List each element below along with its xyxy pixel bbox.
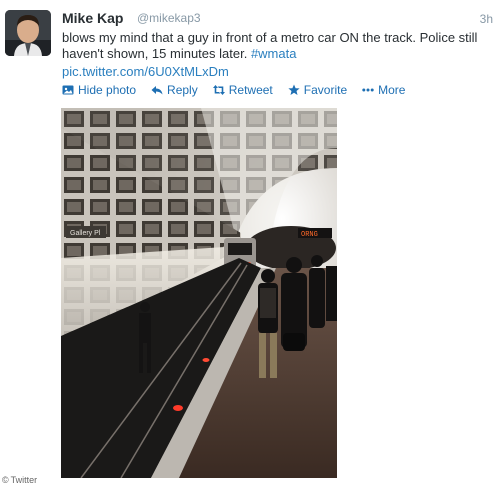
- tweet: Mike Kap @mikekap3 3h blows my mind that…: [0, 0, 500, 487]
- watermark-text: Twitter: [10, 475, 38, 485]
- avatar[interactable]: [5, 10, 51, 56]
- tweet-actions: Hide photo Reply Retweet Favorite More: [62, 83, 405, 97]
- hide-photo-button[interactable]: Hide photo: [62, 83, 136, 97]
- train-sign: ORNG: [301, 231, 318, 239]
- photo-link[interactable]: pic.twitter.com/6U0XtMLxDm: [62, 64, 229, 79]
- favorite-label: Favorite: [303, 83, 348, 97]
- more-dots-icon: [362, 88, 374, 92]
- star-icon: [288, 84, 300, 95]
- author-handle[interactable]: @mikekap3: [137, 11, 201, 25]
- timestamp[interactable]: 3h: [480, 12, 493, 26]
- author-name[interactable]: Mike Kap: [62, 10, 123, 26]
- reply-icon: [151, 86, 163, 95]
- avatar-photo: [5, 10, 51, 56]
- retweet-label: Retweet: [228, 83, 273, 97]
- favorite-button[interactable]: Favorite: [288, 83, 347, 97]
- metro-station-photo: Gallery Pl ORNG: [61, 108, 337, 478]
- more-button[interactable]: More: [362, 83, 405, 97]
- reply-label: Reply: [167, 83, 198, 97]
- retweet-button[interactable]: Retweet: [212, 83, 273, 97]
- photo-icon: [62, 85, 74, 95]
- twitter-watermark: © Twitter: [2, 475, 37, 485]
- hashtag-link[interactable]: #wmata: [251, 46, 297, 61]
- more-label: More: [378, 83, 406, 97]
- tweet-text: blows my mind that a guy in front of a m…: [62, 30, 490, 62]
- station-sign: Gallery Pl: [70, 230, 101, 237]
- reply-button[interactable]: Reply: [151, 83, 198, 97]
- retweet-icon: [212, 85, 225, 95]
- copyright-symbol: ©: [2, 475, 9, 485]
- tweet-photo[interactable]: Gallery Pl ORNG: [61, 108, 337, 478]
- hide-photo-label: Hide photo: [78, 83, 137, 97]
